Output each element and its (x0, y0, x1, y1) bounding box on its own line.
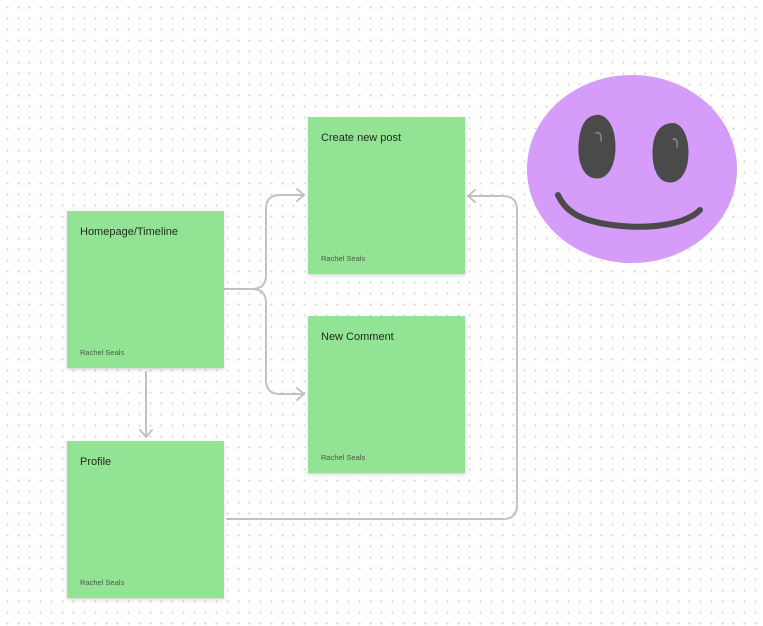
sticky-note-new-comment[interactable]: New Comment Rachel Seals (308, 316, 465, 473)
sticky-note-title: New Comment (321, 331, 394, 343)
sticky-note-author: Rachel Seals (321, 254, 366, 263)
connector-homepage-to-new-comment[interactable] (251, 288, 305, 395)
arrowhead-icon (139, 429, 153, 438)
connector-homepage-to-create-post[interactable] (223, 194, 305, 290)
whiteboard-canvas[interactable]: Homepage/Timeline Rachel Seals Profile R… (0, 0, 763, 626)
sticky-note-homepage-timeline[interactable]: Homepage/Timeline Rachel Seals (67, 211, 224, 368)
sticky-note-profile[interactable]: Profile Rachel Seals (67, 441, 224, 598)
sticky-note-title: Homepage/Timeline (80, 226, 179, 238)
sticky-note-author: Rachel Seals (321, 453, 366, 462)
arrowhead-icon (296, 387, 305, 401)
sticky-note-author: Rachel Seals (80, 578, 125, 587)
sticky-note-author: Rachel Seals (80, 348, 125, 357)
sticky-note-title: Profile (80, 456, 112, 468)
arrowhead-icon (467, 189, 476, 203)
smiley-face-circle (527, 75, 737, 263)
sticky-note-title: Create new post (321, 132, 402, 144)
smiley-left-eye (578, 114, 616, 179)
smiley-face-doodle-icon[interactable] (527, 75, 738, 265)
arrowhead-icon (296, 188, 305, 202)
sticky-note-create-new-post[interactable]: Create new post Rachel Seals (308, 117, 465, 274)
smiley-right-eye (652, 123, 689, 183)
